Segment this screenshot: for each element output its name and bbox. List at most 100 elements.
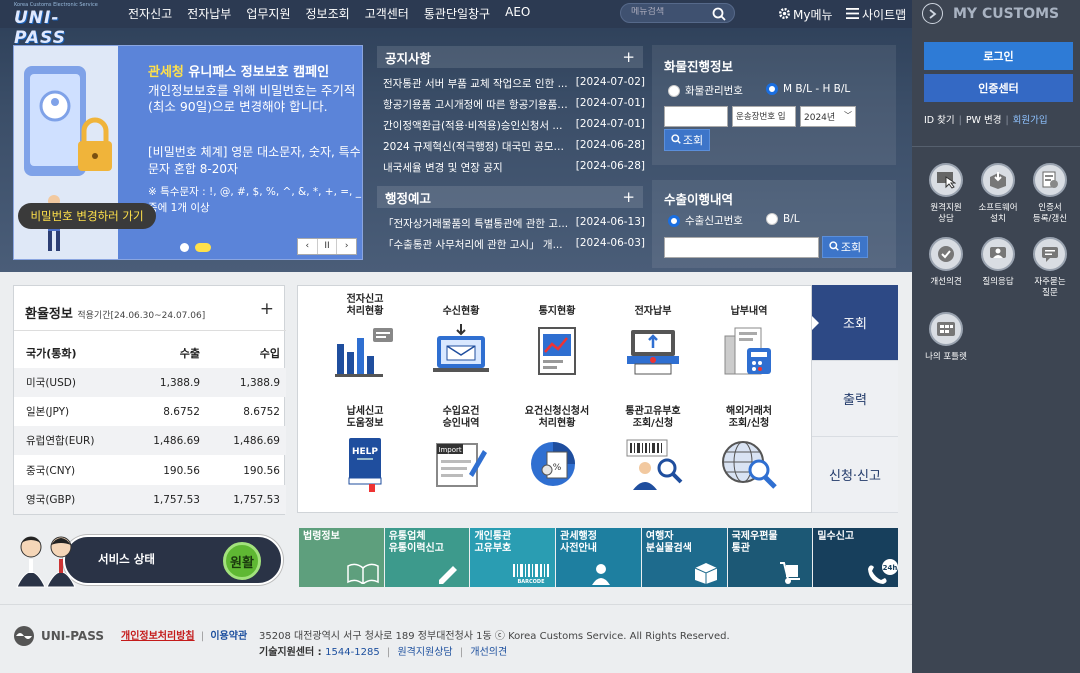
menu-single-window[interactable]: 통관단일창구: [424, 5, 490, 22]
side-feedback[interactable]: 개선의견: [921, 237, 971, 288]
quick-customs-guide[interactable]: 관세행정 사전안내: [556, 528, 641, 587]
tab-indicator-arrow: [812, 316, 819, 330]
waybill-number-input[interactable]: 운송장번호 입: [732, 106, 796, 127]
side-software-install[interactable]: 소프트웨어 설치: [973, 163, 1023, 225]
exchange-rate-more-button[interactable]: +: [260, 299, 274, 319]
side-qna[interactable]: 질의응답: [973, 237, 1023, 288]
notice-item[interactable]: 항공기용품 고시개정에 따른 항공기용품(... [2024-07-01]: [383, 97, 645, 112]
my-menu-button[interactable]: My메뉴: [778, 6, 833, 23]
banner-text-2: [비밀번호 체계] 영문 대소문자, 숫자, 특수문자 혼합 8-20자: [148, 145, 361, 176]
book-icon: [346, 563, 379, 584]
cargo-search-button[interactable]: 조회: [664, 129, 710, 151]
side-my-portlet[interactable]: 나의 포틀렛: [921, 312, 971, 363]
sitemap-button[interactable]: 사이트맵: [846, 6, 906, 23]
side-certificate[interactable]: 인증서 등록/갱신: [1025, 163, 1075, 225]
service-requirement-status[interactable]: 요건신청신청서 처리현황 %: [507, 404, 607, 492]
cert-center-button[interactable]: 인증센터: [924, 74, 1073, 102]
quick-postal-customs[interactable]: 국제우편물 통관: [727, 528, 813, 587]
cell-import: 1,757.53: [233, 493, 280, 506]
service-customs-code[interactable]: 통관고유부호 조회/신청: [603, 404, 703, 492]
notice-item[interactable]: 2024 규제혁신(적극행정) 대국민 공모전... [2024-06-28]: [383, 139, 645, 154]
export-title: 수출이행내역: [664, 192, 734, 207]
service-tax-help[interactable]: 납세신고 도움정보 HELP: [315, 404, 415, 492]
service-declaration-status[interactable]: 전자신고 처리현황: [315, 292, 415, 380]
login-button[interactable]: 로그인: [924, 42, 1073, 70]
change-password-button[interactable]: 비밀번호 변경하러 가기: [18, 203, 156, 229]
export-radio-number[interactable]: 수출신고번호: [668, 213, 743, 228]
admin-notice-item[interactable]: 「수출통관 사무처리에 관한 고시」 개... [2024-06-03]: [383, 237, 645, 252]
export-radio-bl[interactable]: B/L: [766, 213, 800, 225]
table-row: 중국(CNY) 190.56 190.56: [14, 456, 286, 485]
search-icon[interactable]: [712, 6, 726, 25]
cell-country: 일본(JPY): [26, 406, 70, 418]
side-remote-support[interactable]: 원격지원 상담: [921, 163, 971, 225]
unipass-logo[interactable]: Korea Customs Electronic Service UNI-PAS…: [12, 2, 104, 48]
notice-item[interactable]: 전자통관 서버 부품 교체 작업으로 인한 ... [2024-07-02]: [383, 76, 645, 91]
service-import-approval[interactable]: 수입요건 승인내역 Import: [411, 404, 511, 492]
tab-print[interactable]: 출력: [812, 361, 898, 437]
tab-lookup[interactable]: 조회: [812, 285, 898, 361]
cargo-radio-bl[interactable]: M B/L - H B/L: [766, 83, 850, 95]
menu-info-lookup[interactable]: 정보조회: [306, 5, 350, 22]
cargo-search-label: 조회: [682, 134, 704, 147]
menu-e-declaration[interactable]: 전자신고: [128, 5, 172, 22]
cargo-number-input[interactable]: [664, 106, 728, 127]
menu-search-input[interactable]: [631, 7, 711, 17]
admin-notice-item[interactable]: 「전자상거래물품의 특별통관에 관한 고... [2024-06-13]: [383, 216, 645, 231]
quick-law-info[interactable]: 법령정보: [299, 528, 384, 587]
menu-e-payment[interactable]: 전자납부: [187, 5, 231, 22]
logo-text: UNI-PASS: [14, 8, 66, 48]
join-link[interactable]: 회원가입: [1013, 115, 1048, 126]
banner-dot-2[interactable]: [195, 243, 211, 252]
banner-pause-button[interactable]: II: [318, 239, 338, 254]
document-chart-icon: [538, 327, 576, 375]
menu-support[interactable]: 업무지원: [246, 5, 290, 22]
service-e-payment[interactable]: 전자납부: [603, 292, 703, 380]
quick-lost-and-found[interactable]: 여행자 분실물검색: [641, 528, 727, 587]
banner-dot-1[interactable]: [180, 243, 189, 252]
remote-support-link[interactable]: 원격지원상담: [397, 647, 452, 658]
quick-distribution-report[interactable]: 유통업체 유통이력신고: [384, 528, 470, 587]
cell-import: 190.56: [243, 464, 280, 477]
quick-smuggling-report[interactable]: 밀수신고 24h: [813, 528, 899, 587]
quick-personal-customs-code[interactable]: 개인통관 고유부호 BARCODE: [470, 528, 556, 587]
sitemap-label: 사이트맵: [862, 8, 907, 22]
campaign-banner[interactable]: 관세청 유니패스 정보보호 캠페인 개인정보보호를 위해 비밀번호는 주기적(최…: [13, 45, 363, 260]
mail-monitor-icon: [433, 324, 489, 372]
notice-item[interactable]: 내국세율 변경 및 연장 공지 [2024-06-28]: [383, 160, 645, 175]
feedback-link[interactable]: 개선의견: [470, 647, 507, 658]
terms-link[interactable]: 이용약관: [210, 631, 247, 642]
chevron-right-icon[interactable]: [922, 3, 943, 24]
quick-links: 법령정보 유통업체 유통이력신고 개인통관 고유부호 BARCODE 관세행정 사…: [299, 528, 899, 587]
svg-text:Import: Import: [438, 446, 461, 454]
service-payment-history[interactable]: 납부내역: [699, 292, 799, 380]
side-faq[interactable]: 자주묻는 질문: [1025, 237, 1075, 299]
privacy-policy-link[interactable]: 개인정보처리방침: [121, 631, 195, 642]
footer-support: 기술지원센터 : 1544-1285 | 원격지원상담 | 개선의견: [259, 643, 507, 658]
menu-customer-center[interactable]: 고객센터: [365, 5, 409, 22]
change-pw-link[interactable]: PW 변경: [966, 115, 1002, 126]
service-received-status[interactable]: 수신현황: [411, 292, 511, 380]
service-notice-status[interactable]: 통지현황: [507, 292, 607, 380]
svg-text:24h: 24h: [883, 564, 898, 572]
service-status-label: 서비스 상태: [98, 552, 155, 566]
notices-more-button[interactable]: +: [622, 48, 635, 66]
notice-item[interactable]: 간이정액환급(적용·비적용)승인신청서 ... [2024-07-01]: [383, 118, 645, 133]
software-box-icon: [981, 163, 1015, 197]
find-id-link[interactable]: ID 찾기: [924, 115, 955, 126]
admin-notice-more-button[interactable]: +: [622, 188, 635, 206]
my-customs-header: MY CUSTOMS: [922, 3, 1059, 24]
banner-next-button[interactable]: ›: [337, 239, 356, 254]
cargo-radio-mgmt[interactable]: 화물관리번호: [668, 83, 743, 98]
tab-application[interactable]: 신청·신고: [812, 437, 898, 513]
banner-prev-button[interactable]: ‹: [298, 239, 318, 254]
year-select[interactable]: 2024년 ﹀: [800, 106, 856, 127]
menu-aeo[interactable]: AEO: [505, 5, 530, 22]
cell-export: 1,388.9: [159, 376, 200, 389]
chevron-down-icon: ﹀: [844, 111, 852, 120]
export-search-button[interactable]: 조회: [822, 236, 868, 258]
service-overseas-partner[interactable]: 해외거래처 조회/신청: [699, 404, 799, 492]
faq-chat-icon: [1033, 237, 1067, 271]
export-number-input[interactable]: [664, 237, 819, 258]
side-icon-label: 개선의견: [930, 277, 962, 287]
